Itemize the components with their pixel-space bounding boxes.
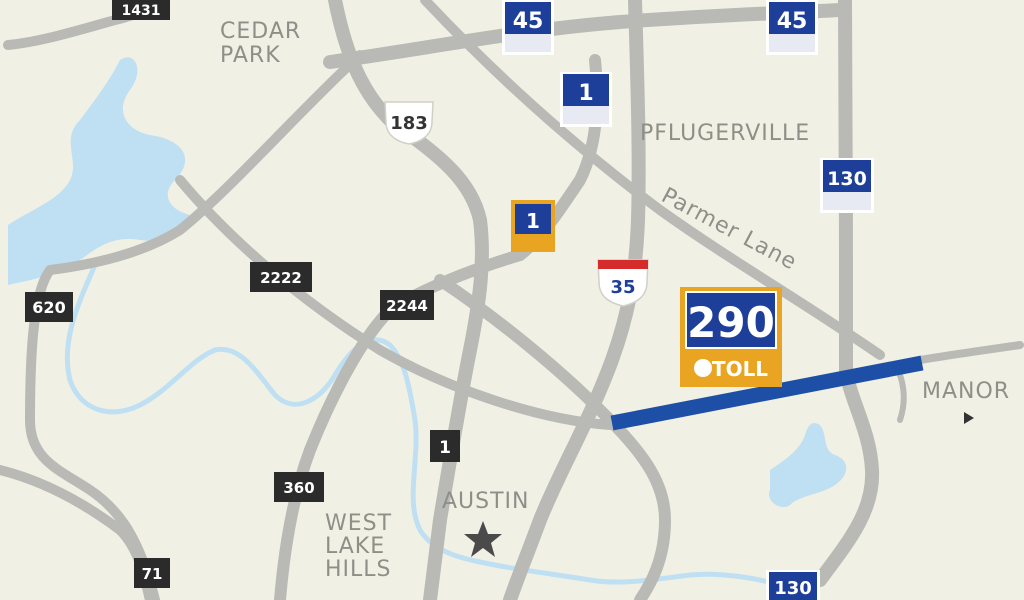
cedar-park-label-1: CEDAR (220, 19, 301, 44)
shield-number: 1 (526, 209, 540, 233)
shield-number: 183 (390, 113, 428, 134)
shield-toll-strip (823, 192, 871, 210)
triangle-arrow-icon (964, 412, 974, 424)
toll-label: TOLL (712, 357, 768, 381)
shield-rm1431[interactable]: 1431 (112, 0, 170, 20)
shield-fm2244[interactable]: 2244 (380, 290, 434, 320)
shield-loop360[interactable]: 360 (274, 472, 324, 502)
shield-number: 130 (827, 168, 867, 190)
walter-e-long-lake (769, 423, 847, 508)
shield-number: 620 (32, 298, 65, 317)
shield-loop1-toll[interactable]: 1 (511, 200, 555, 252)
manor-spur-road (897, 372, 907, 423)
manor-label: MANOR (922, 379, 1010, 404)
shield-number: 35 (610, 277, 635, 298)
shield-number: 1431 (122, 3, 161, 19)
shield-290-toll[interactable]: 290 TOLL (680, 287, 782, 387)
shield-number: 2244 (386, 297, 428, 315)
shield-ih35[interactable]: 35 (597, 259, 649, 307)
sh45-road (323, 3, 847, 69)
toll-tag-icon (694, 359, 712, 377)
interstate-red-band (598, 260, 648, 269)
shield-number: 360 (283, 479, 314, 497)
lake-travis (8, 57, 192, 286)
pflugerville-label: PFLUGERVILLE (640, 121, 810, 146)
sh130-road (813, 0, 880, 587)
shield-sh71[interactable]: 71 (134, 558, 170, 588)
austin-label: AUSTIN (442, 489, 530, 514)
austin-map: CEDAR PARK PFLUGERVILLE MANOR AUSTIN WES… (0, 0, 1024, 600)
shield-loop1[interactable]: 1 (430, 430, 460, 462)
star-icon (464, 521, 502, 557)
shield-number: 130 (774, 578, 812, 599)
shield-sh130-south[interactable]: 130 (766, 570, 820, 600)
shield-sh45-east[interactable]: 45 (766, 0, 818, 55)
shield-number: 71 (142, 565, 163, 583)
map-canvas: CEDAR PARK PFLUGERVILLE MANOR AUSTIN WES… (0, 0, 1024, 600)
west-lake-label-3: HILLS (325, 557, 392, 582)
manor-road (916, 341, 1024, 364)
shield-sh45-west[interactable]: 45 (502, 0, 554, 55)
shield-number: 1 (578, 81, 593, 106)
west-southwest-road (0, 465, 155, 600)
shield-number: 45 (777, 9, 808, 34)
shield-toll-1[interactable]: 1 (560, 72, 612, 127)
cedar-park-label-2: PARK (220, 43, 281, 68)
shield-number: 1 (439, 438, 451, 458)
west-lake-label-2: LAKE (325, 534, 385, 559)
shield-toll-strip (563, 106, 609, 124)
shield-toll-strip (769, 34, 815, 52)
route-number: 290 (687, 298, 775, 347)
west-lake-label-1: WEST (325, 511, 392, 536)
shield-rm620[interactable]: 620 (25, 292, 73, 322)
shield-number: 45 (513, 9, 544, 34)
shield-rm2222[interactable]: 2222 (250, 262, 312, 292)
shield-sh130[interactable]: 130 (820, 158, 874, 213)
shield-toll-strip (505, 34, 551, 52)
shield-us183[interactable]: 183 (384, 101, 434, 145)
shield-number: 2222 (260, 269, 302, 287)
